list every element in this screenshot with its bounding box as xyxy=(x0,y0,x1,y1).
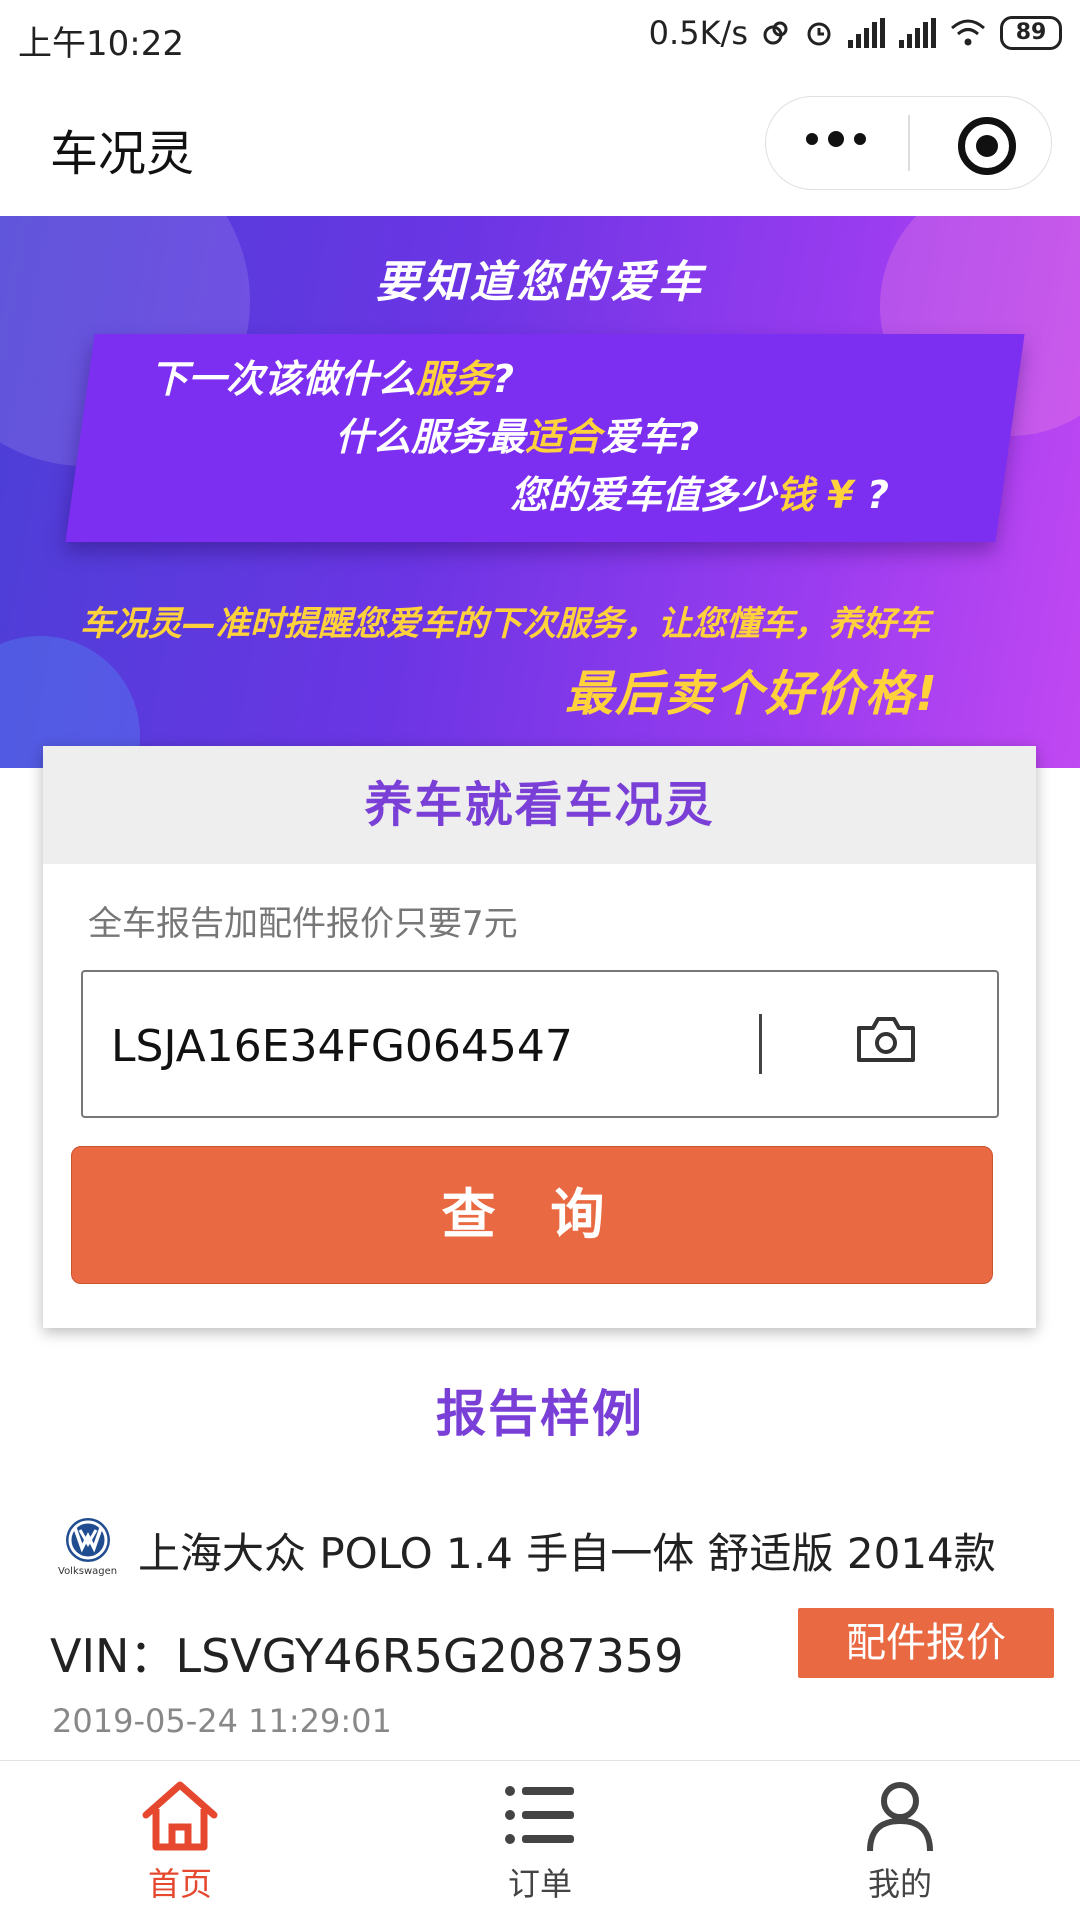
capsule-divider xyxy=(908,115,910,171)
vin-input-box xyxy=(81,970,999,1118)
status-bar: 上午10:22 0.5K/s 89 xyxy=(0,0,1080,76)
tab-bar: 首页 订单 我的 xyxy=(0,1760,1080,1921)
page-title: 车况灵 xyxy=(50,126,195,182)
banner-question-2: 什么服务最适合爱车? xyxy=(335,415,700,459)
banner-question-1: 下一次该做什么服务? xyxy=(150,357,515,401)
status-time: 上午10:22 xyxy=(18,24,184,64)
tab-profile[interactable]: 我的 xyxy=(810,1779,990,1905)
more-icon[interactable] xyxy=(806,131,866,147)
brand-caption: Volkswagen xyxy=(58,1566,118,1577)
banner-question-3: 您的爱车值多少钱 ¥ ? xyxy=(510,473,889,517)
close-target-icon[interactable] xyxy=(958,117,1016,175)
signal-icon-2 xyxy=(899,18,936,48)
query-button[interactable]: 查 询 xyxy=(71,1146,993,1284)
banner-slogan-emphasis: 最后卖个好价格! xyxy=(565,666,939,722)
list-icon xyxy=(505,1786,574,1844)
input-cursor xyxy=(759,1014,762,1074)
card-title: 养车就看车况灵 xyxy=(43,746,1036,864)
user-icon xyxy=(867,1782,933,1852)
promo-banner: 要知道您的爱车 下一次该做什么服务? 什么服务最适合爱车? 您的爱车值多少钱 ¥… xyxy=(0,216,1080,768)
title-bar: 车况灵 xyxy=(0,76,1080,216)
home-icon xyxy=(142,1781,218,1851)
volkswagen-logo xyxy=(66,1518,110,1562)
network-speed: 0.5K/s xyxy=(648,14,748,52)
link-icon xyxy=(763,21,788,45)
query-card: 养车就看车况灵 全车报告加配件报价只要7元 查 询 xyxy=(43,746,1036,1328)
car-model: 上海大众 POLO 1.4 手自一体 舒适版 2014款 xyxy=(138,1529,996,1578)
alarm-icon xyxy=(807,22,831,46)
tab-home-label: 首页 xyxy=(147,1865,212,1903)
report-date: 2019-05-24 11:29:01 xyxy=(52,1702,392,1740)
banner-slogan: 车况灵—准时提醒您爱车的下次服务，让您懂车，养好车 xyxy=(80,604,930,644)
tab-orders[interactable]: 订单 xyxy=(450,1779,630,1905)
battery-icon: 89 xyxy=(1000,16,1062,50)
banner-headline: 要知道您的爱车 xyxy=(375,257,705,308)
camera-icon[interactable] xyxy=(855,1014,917,1064)
card-subtitle: 全车报告加配件报价只要7元 xyxy=(88,904,518,944)
status-icons: 0.5K/s 89 xyxy=(649,14,1062,52)
wifi-icon xyxy=(951,19,985,46)
tab-orders-label: 订单 xyxy=(507,1865,572,1903)
sample-vin: VIN：LSVGY46R5G2087359 xyxy=(50,1629,684,1683)
parts-quote-button[interactable]: 配件报价 xyxy=(798,1608,1054,1678)
tab-profile-label: 我的 xyxy=(867,1865,932,1903)
miniprogram-capsule xyxy=(765,96,1052,190)
sample-section-title: 报告样例 xyxy=(436,1385,644,1443)
tab-home[interactable]: 首页 xyxy=(90,1779,270,1905)
vin-input[interactable] xyxy=(109,1010,733,1082)
signal-icon xyxy=(848,18,885,48)
